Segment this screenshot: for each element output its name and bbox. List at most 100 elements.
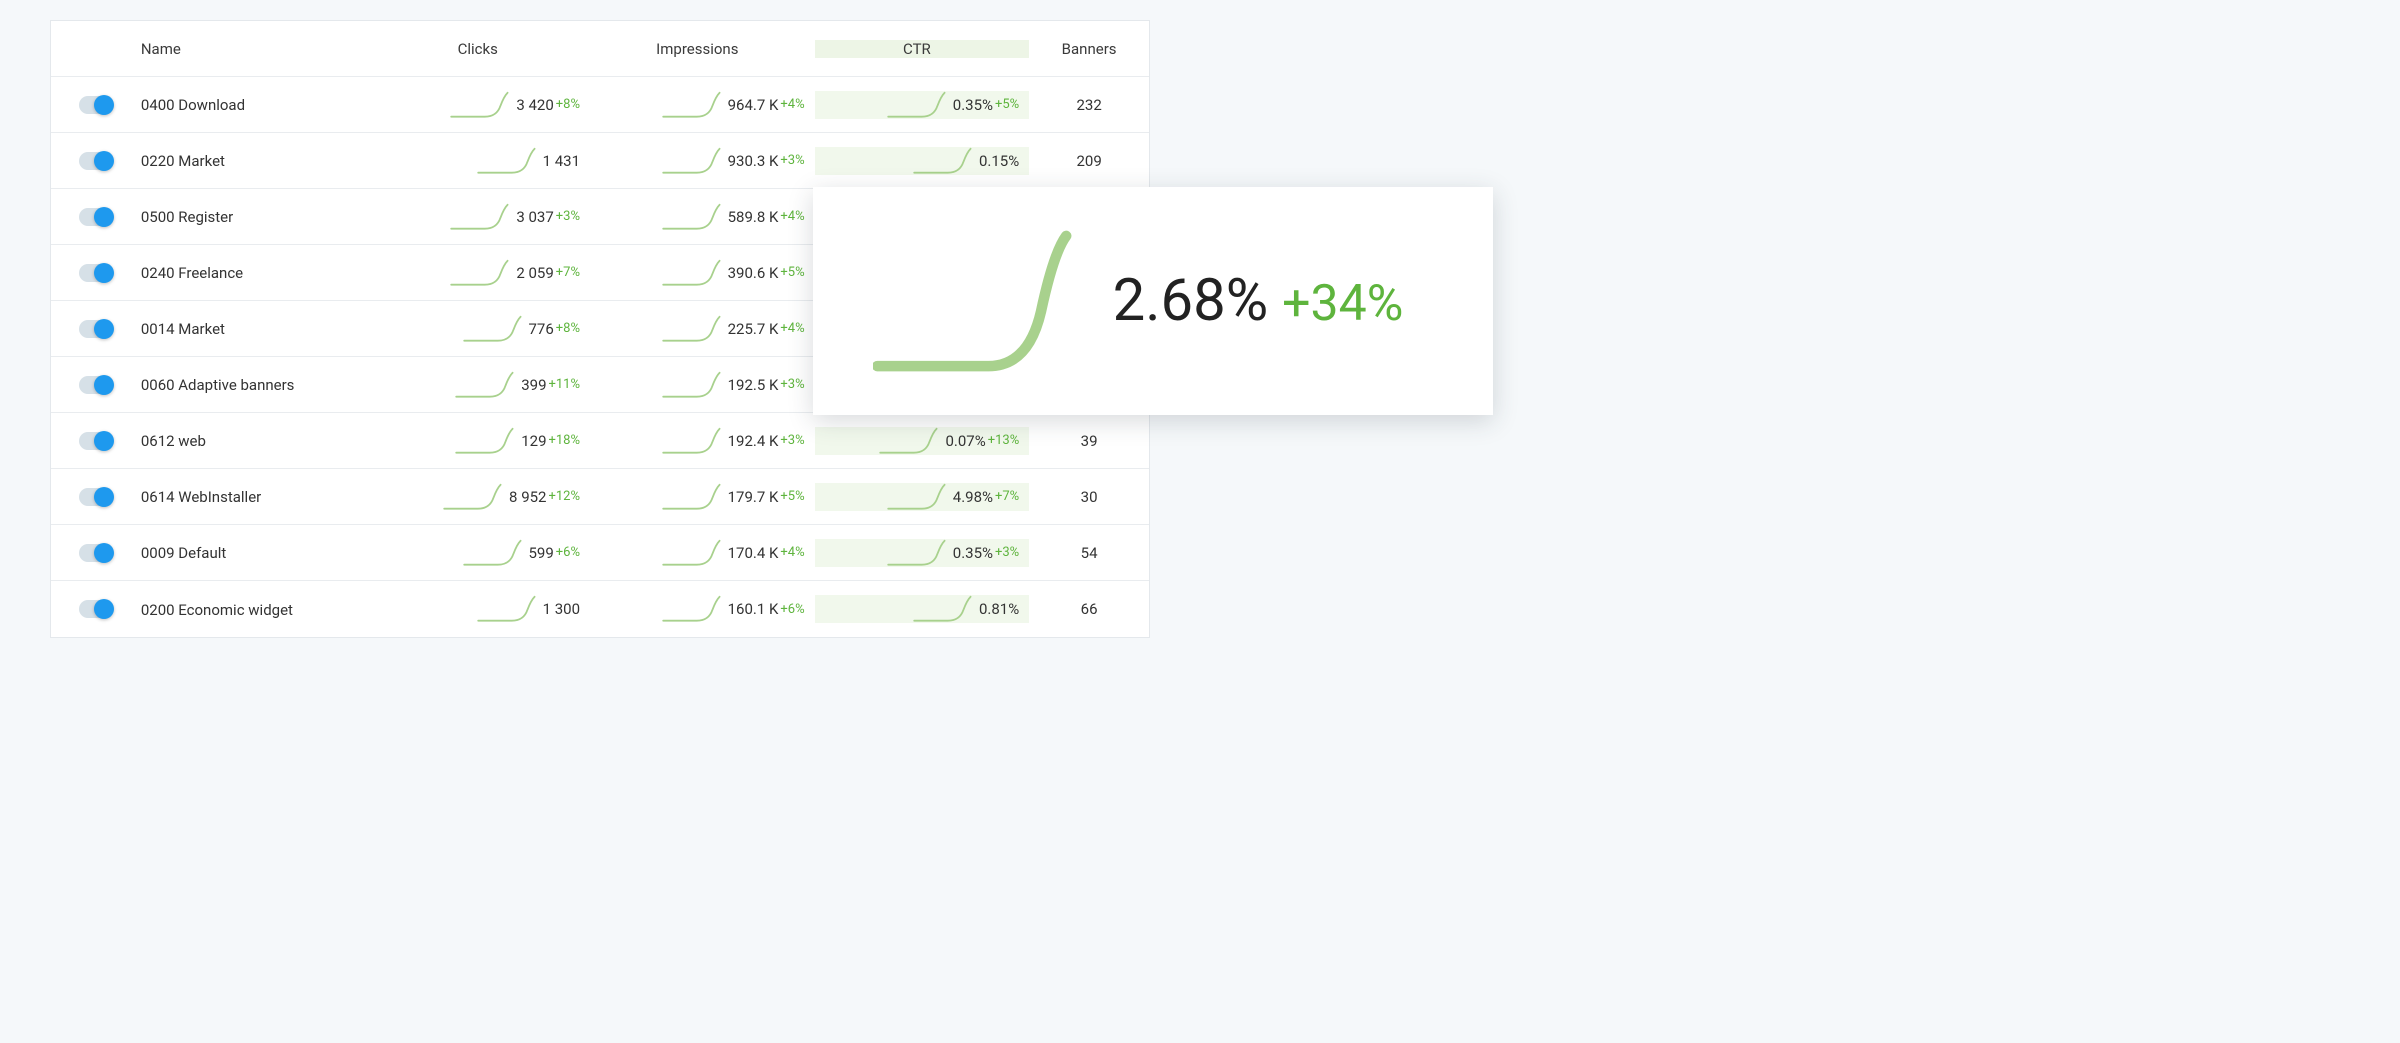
sparkline-icon (450, 259, 510, 287)
row-name[interactable]: 0014 Market (141, 320, 225, 338)
sparkline-icon (662, 539, 722, 567)
ctr-value: 0.81% (979, 600, 1019, 618)
sparkline-icon (913, 147, 973, 175)
row-name[interactable]: 0612 web (141, 432, 206, 450)
banners-value: 39 (1081, 432, 1098, 450)
sparkline-icon (662, 203, 722, 231)
impressions-value: 192.5 K (728, 376, 779, 394)
impressions-value: 390.6 K (728, 264, 779, 282)
banners-value: 232 (1076, 96, 1101, 114)
clicks-delta: +3% (556, 209, 580, 224)
ctr-delta: +13% (988, 433, 1020, 448)
table-header-row: Name Clicks Impressions CTR Banners (51, 21, 1149, 77)
impressions-delta: +5% (780, 489, 804, 504)
sparkline-icon (879, 427, 939, 455)
row-name[interactable]: 0500 Register (141, 208, 233, 226)
table-row: 0200 Economic widget1 300160.1 K +6%0.81… (51, 581, 1149, 637)
sparkline-icon (887, 539, 947, 567)
sparkline-icon (450, 91, 510, 119)
sparkline-icon (443, 483, 503, 511)
clicks-value: 2 059 (516, 264, 553, 282)
banners-value: 66 (1081, 600, 1098, 618)
callout-delta: +34% (1282, 275, 1403, 333)
sparkline-icon (662, 315, 722, 343)
row-name[interactable]: 0614 WebInstaller (141, 488, 261, 506)
sparkline-icon (887, 91, 947, 119)
header-clicks: Clicks (458, 40, 498, 58)
impressions-value: 192.4 K (728, 432, 779, 450)
impressions-delta: +4% (780, 97, 804, 112)
ctr-value: 0.35% (953, 96, 993, 114)
impressions-delta: +6% (780, 602, 804, 617)
sparkline-icon (463, 315, 523, 343)
clicks-delta: +8% (556, 97, 580, 112)
sparkline-icon (477, 147, 537, 175)
impressions-delta: +3% (780, 377, 804, 392)
impressions-value: 170.4 K (728, 544, 779, 562)
clicks-value: 599 (529, 544, 554, 562)
clicks-delta: +8% (556, 321, 580, 336)
ctr-delta: +5% (995, 97, 1019, 112)
impressions-value: 964.7 K (728, 96, 779, 114)
row-toggle[interactable] (79, 432, 113, 450)
row-name[interactable]: 0200 Economic widget (141, 601, 293, 619)
clicks-value: 776 (529, 320, 554, 338)
clicks-value: 3 420 (516, 96, 553, 114)
sparkline-icon (873, 226, 1083, 376)
impressions-value: 160.1 K (728, 600, 779, 618)
sparkline-icon (887, 483, 947, 511)
impressions-delta: +4% (780, 321, 804, 336)
table-row: 0400 Download 3 420 +8% 964.7 K +4% 0.35% +… (51, 77, 1149, 133)
clicks-delta: +11% (549, 377, 581, 392)
sparkline-icon (662, 259, 722, 287)
ctr-value: 0.15% (979, 152, 1019, 170)
clicks-delta: +18% (549, 433, 581, 448)
header-ctr: CTR (903, 40, 931, 58)
row-toggle[interactable] (79, 600, 113, 618)
header-banners: Banners (1062, 40, 1117, 58)
impressions-value: 930.3 K (728, 152, 779, 170)
header-name: Name (141, 40, 181, 58)
clicks-delta: +6% (556, 545, 580, 560)
table-row: 0614 WebInstaller 8 952 +12% 179.7 K +5% 4.… (51, 469, 1149, 525)
row-toggle[interactable] (79, 320, 113, 338)
row-toggle[interactable] (79, 152, 113, 170)
table-row: 0612 web129 +18%192.4 K +3%0.07% +13%39 (51, 413, 1149, 469)
row-name[interactable]: 0009 Default (141, 544, 226, 562)
row-toggle[interactable] (79, 96, 113, 114)
clicks-value: 399 (521, 376, 546, 394)
clicks-delta: +7% (556, 265, 580, 280)
banners-value: 30 (1081, 488, 1098, 506)
table-row: 0220 Market1 431930.3 K +3%0.15%209 (51, 133, 1149, 189)
row-toggle[interactable] (79, 488, 113, 506)
ctr-zoom-callout: 2.68% +34% (813, 187, 1493, 415)
sparkline-icon (662, 483, 722, 511)
sparkline-icon (662, 371, 722, 399)
sparkline-icon (455, 427, 515, 455)
row-name[interactable]: 0060 Adaptive banners (141, 376, 295, 394)
callout-value: 2.68% (1113, 267, 1269, 335)
sparkline-icon (477, 595, 537, 623)
clicks-value: 8 952 (509, 488, 546, 506)
sparkline-icon (463, 539, 523, 567)
row-toggle[interactable] (79, 208, 113, 226)
impressions-delta: +4% (780, 545, 804, 560)
impressions-delta: +4% (780, 209, 804, 224)
clicks-value: 3 037 (516, 208, 553, 226)
ctr-value: 4.98% (953, 488, 993, 506)
row-name[interactable]: 0400 Download (141, 96, 245, 114)
row-toggle[interactable] (79, 264, 113, 282)
clicks-value: 129 (521, 432, 546, 450)
row-name[interactable]: 0220 Market (141, 152, 225, 170)
row-toggle[interactable] (79, 376, 113, 394)
impressions-value: 589.8 K (728, 208, 779, 226)
sparkline-icon (662, 427, 722, 455)
impressions-value: 225.7 K (728, 320, 779, 338)
clicks-delta: +12% (549, 489, 581, 504)
row-toggle[interactable] (79, 544, 113, 562)
impressions-value: 179.7 K (728, 488, 779, 506)
ctr-delta: +3% (995, 545, 1019, 560)
banners-value: 54 (1081, 544, 1098, 562)
row-name[interactable]: 0240 Freelance (141, 264, 243, 282)
sparkline-icon (913, 595, 973, 623)
